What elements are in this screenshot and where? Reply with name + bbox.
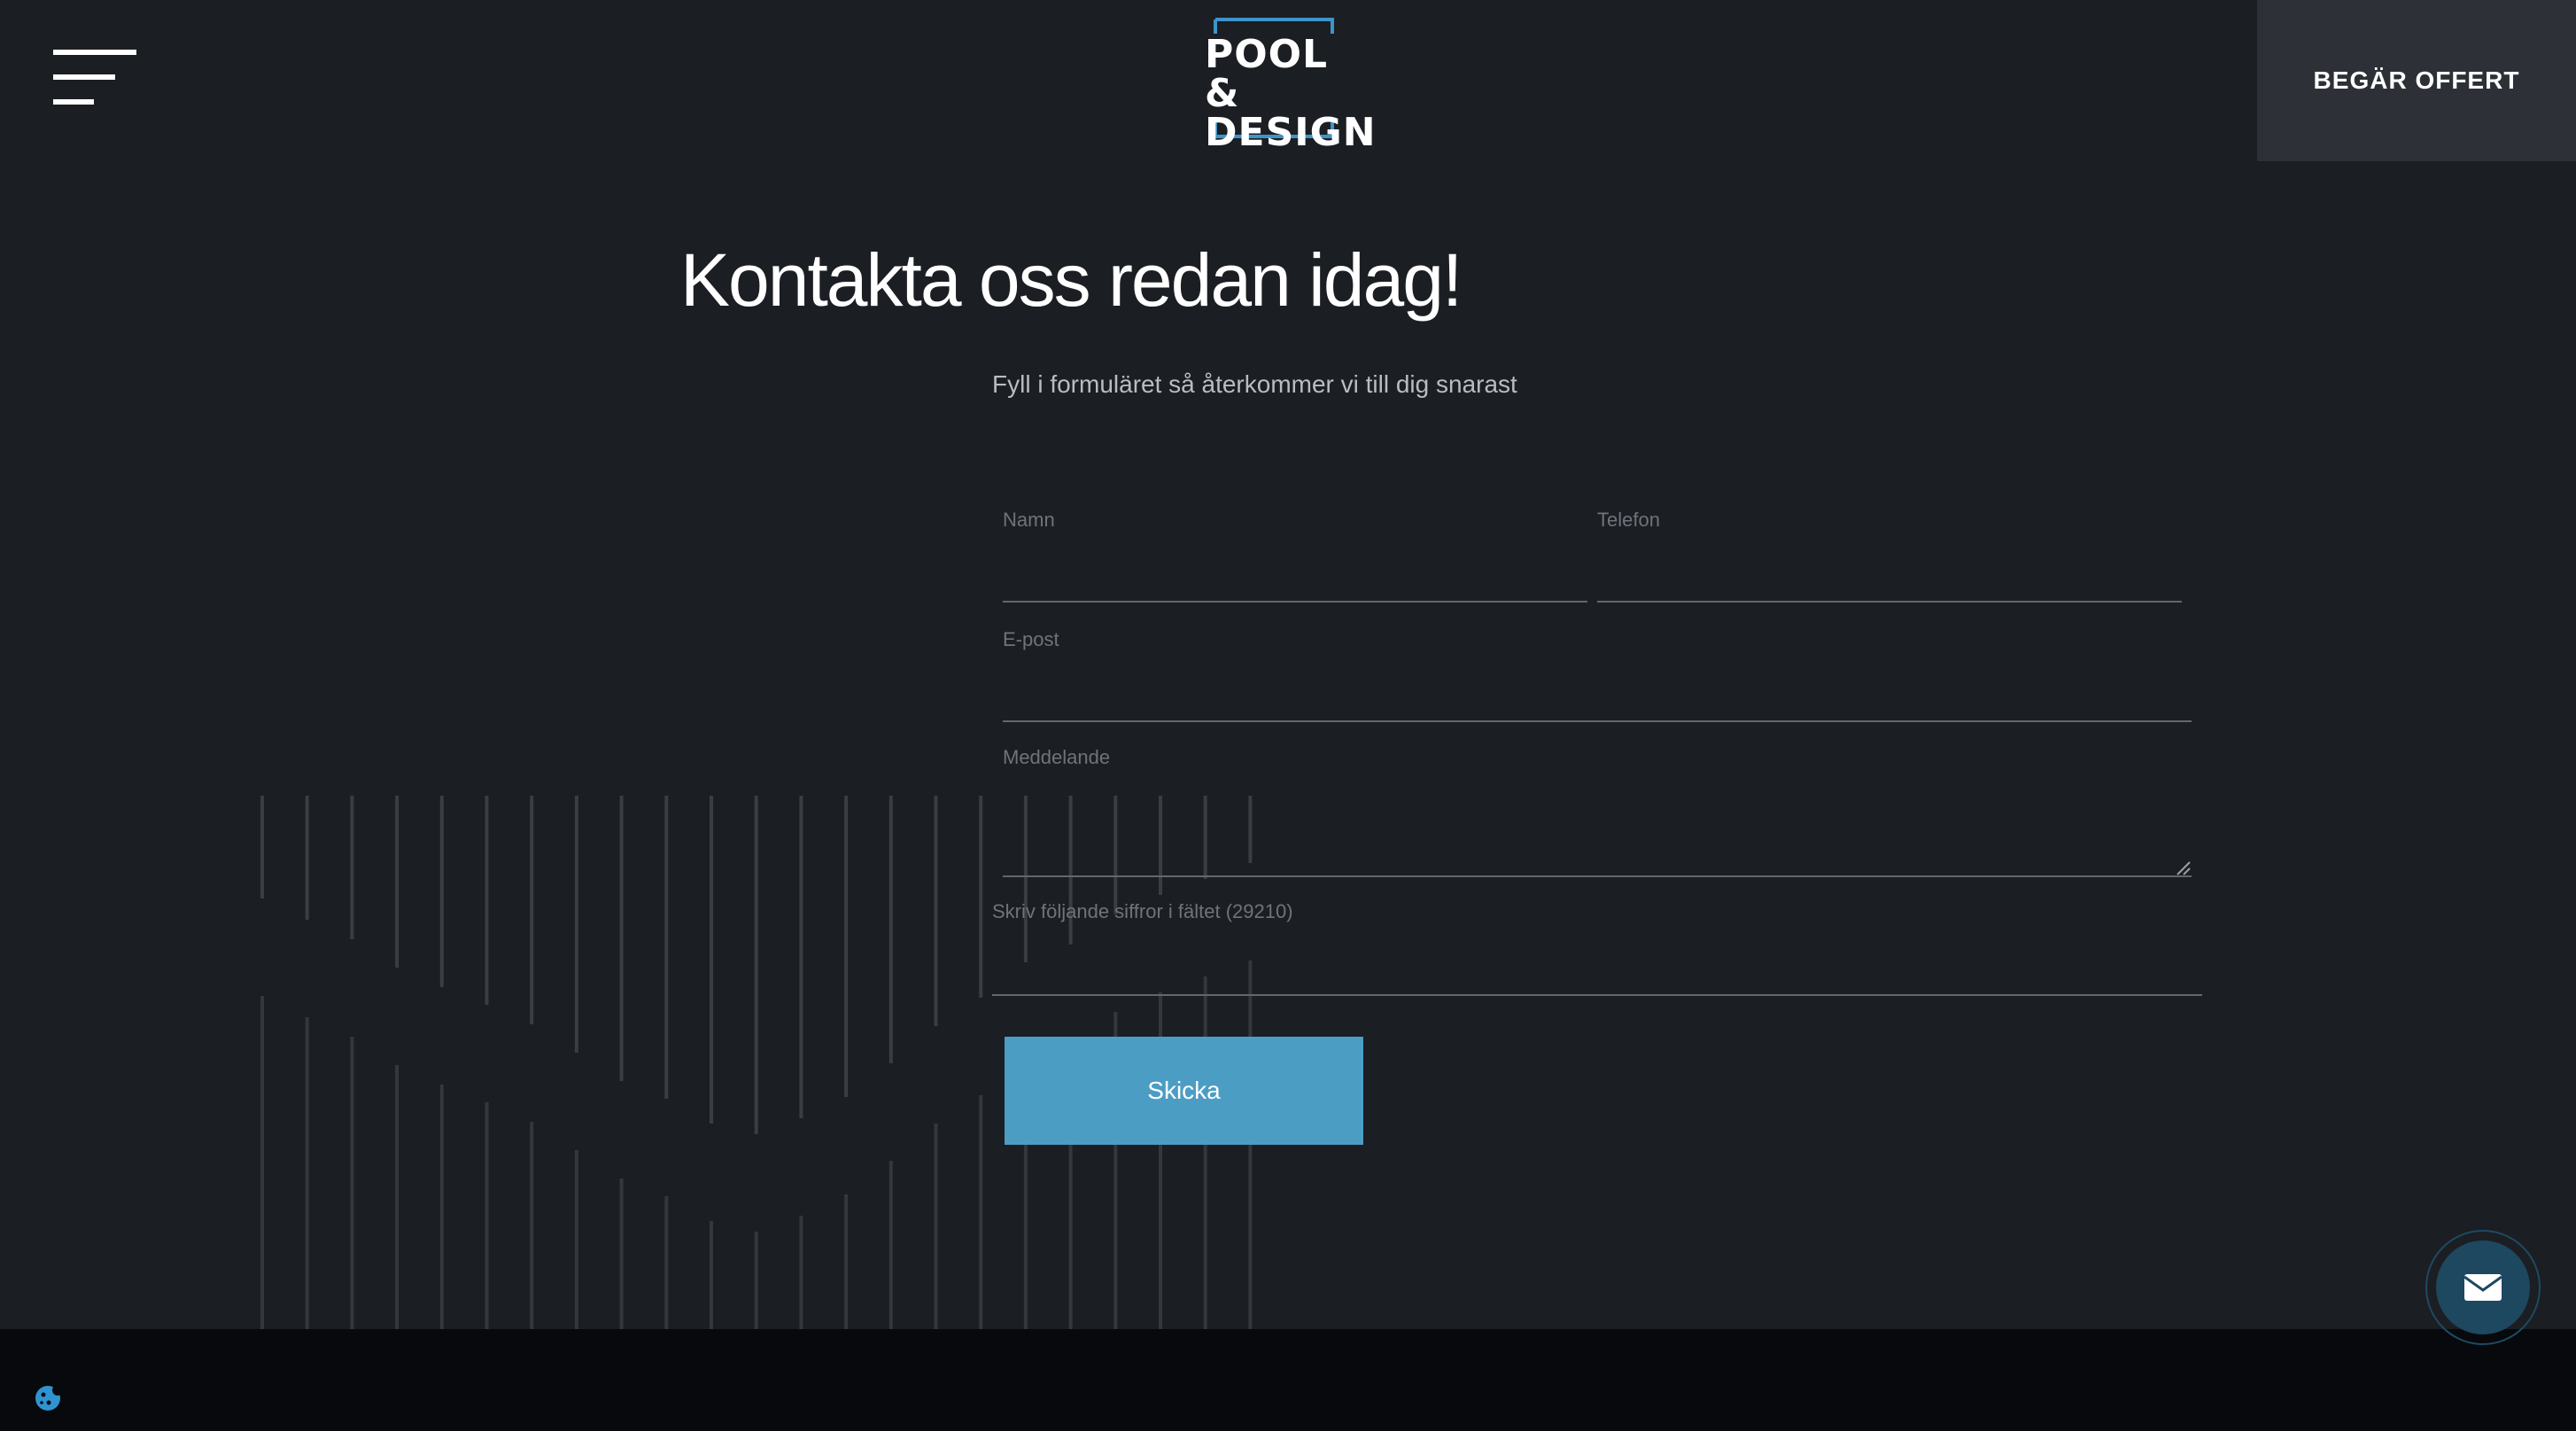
request-offer-button[interactable]: BEGÄR OFFERT (2257, 0, 2576, 161)
logo-text-line1: POOL & (1205, 32, 1329, 116)
textarea-resize-handle-icon[interactable] (2176, 861, 2192, 875)
phone-input[interactable] (1597, 548, 2185, 599)
cookie-icon (35, 1385, 63, 1411)
phone-label: Telefon (1597, 509, 1660, 531)
pool-design-logo[interactable]: POOL & DESIGN (1203, 18, 1376, 152)
cookie-settings-button[interactable] (32, 1382, 64, 1414)
logo-text-line2: DESIGN (1205, 110, 1377, 155)
email-underline (1003, 720, 2192, 722)
message-underline (1003, 875, 2192, 877)
chat-button-circle (2436, 1240, 2530, 1334)
name-label: Namn (1003, 509, 1055, 531)
page-title: Kontakta oss redan idag! (680, 238, 1463, 322)
message-label: Meddelande (1003, 746, 1111, 768)
logo-text: POOL & DESIGN (1205, 32, 1377, 155)
name-underline (1003, 601, 1587, 603)
footer-bar (0, 1329, 2576, 1431)
captcha-label: Skriv följande siffror i fältet (29210) (992, 900, 1293, 922)
envelope-icon (2463, 1274, 2502, 1301)
submit-button[interactable]: Skicka (1005, 1037, 1363, 1145)
email-input[interactable] (1003, 666, 2195, 718)
message-textarea[interactable] (1003, 783, 2195, 875)
phone-underline (1597, 601, 2182, 603)
page-subtitle: Fyll i formuläret så återkommer vi till … (992, 370, 1517, 398)
contact-chat-button[interactable] (2425, 1230, 2541, 1345)
email-label: E-post (1003, 628, 1059, 650)
site-header: POOL & DESIGN BEGÄR OFFERT (0, 0, 2576, 161)
hamburger-menu-icon[interactable] (53, 50, 136, 105)
captcha-underline (992, 994, 2202, 996)
captcha-input[interactable] (992, 941, 2206, 992)
name-input[interactable] (1003, 548, 1591, 599)
